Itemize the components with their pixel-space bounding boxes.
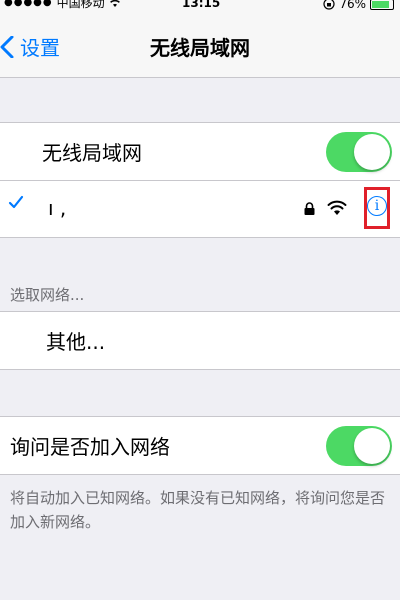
toggle-knob xyxy=(354,428,390,464)
wifi-toggle-row: 无线局域网 xyxy=(0,123,400,180)
navigation-bar: 设置 无线局域网 xyxy=(0,14,400,78)
wifi-toggle[interactable] xyxy=(326,132,392,172)
wifi-settings-group: 无线局域网 ı , i xyxy=(0,122,400,238)
other-network-group: 其他... xyxy=(0,311,400,370)
lock-icon xyxy=(304,202,315,215)
status-left: ●●●●● 中国移动 xyxy=(4,0,121,10)
checkmark-icon xyxy=(8,195,24,209)
ask-to-join-row: 询问是否加入网络 xyxy=(0,417,400,474)
status-time: 13:15 xyxy=(182,0,221,10)
carrier-name: 中国移动 xyxy=(56,0,105,10)
chevron-left-icon xyxy=(0,35,14,58)
wifi-toggle-label: 无线局域网 xyxy=(42,141,142,165)
back-button-label: 设置 xyxy=(20,36,60,60)
info-icon: i xyxy=(367,196,387,216)
choose-network-header: 选取网络... xyxy=(10,286,85,304)
battery-fill xyxy=(372,0,389,8)
status-right: 76% xyxy=(323,0,394,10)
ask-to-join-label: 询问是否加入网络 xyxy=(10,435,170,459)
wifi-status-icon xyxy=(109,0,120,7)
signal-dots-icon: ●●●●● xyxy=(4,0,53,8)
toggle-knob xyxy=(354,134,390,170)
connected-network-row[interactable]: ı , i xyxy=(0,180,400,237)
battery-icon xyxy=(370,0,394,10)
back-button[interactable]: 设置 xyxy=(0,32,60,61)
ask-to-join-toggle[interactable] xyxy=(326,426,392,466)
page-title: 无线局域网 xyxy=(150,36,250,60)
ask-to-join-footer: 将自动加入已知网络。如果没有已知网络，将询问您是否加入新网络。 xyxy=(10,489,386,531)
wifi-icon xyxy=(327,200,347,215)
ask-to-join-group: 询问是否加入网络 xyxy=(0,416,400,475)
network-name: ı , xyxy=(48,196,67,220)
battery-percent: 76% xyxy=(339,0,366,11)
network-info-button[interactable]: i xyxy=(364,187,390,229)
status-bar: ●●●●● 中国移动 13:15 76% xyxy=(0,0,400,14)
rotation-lock-icon xyxy=(323,0,335,10)
other-network-row[interactable]: 其他... xyxy=(0,312,400,369)
other-network-label: 其他... xyxy=(46,330,106,354)
